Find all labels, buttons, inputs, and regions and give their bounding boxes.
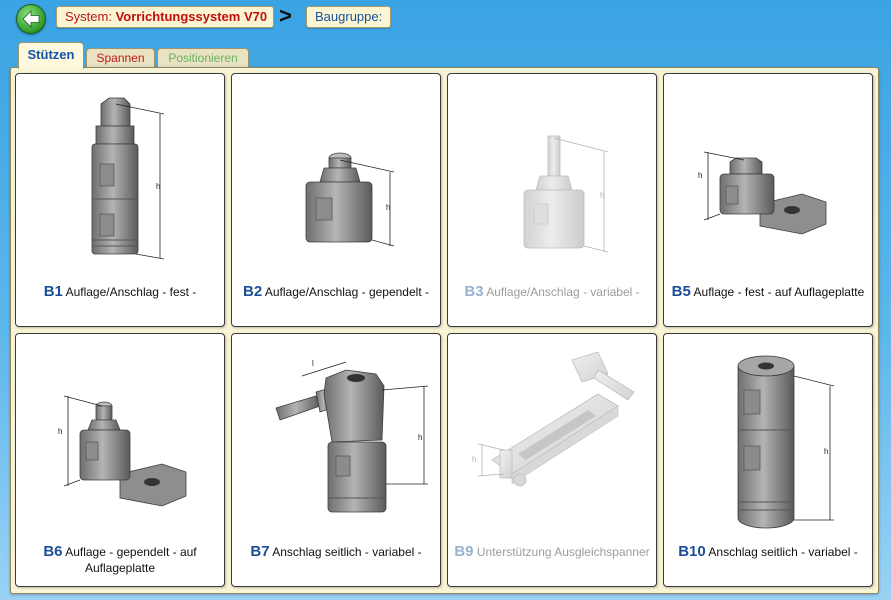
card-text: Unterstützung Ausgleichspanner <box>476 545 650 559</box>
svg-text:h: h <box>58 427 62 436</box>
card-b9[interactable]: h B9 Unterstützung Ausgleichspanner <box>447 333 657 587</box>
system-label: System: <box>65 9 112 24</box>
card-b1[interactable]: h B1 Auflage/Anschlag - fest - <box>15 73 225 327</box>
card-caption: B5 Auflage - fest - auf Auflageplatte <box>668 284 868 300</box>
card-code: B7 <box>250 543 270 560</box>
svg-text:h: h <box>600 191 604 200</box>
svg-text:h: h <box>698 171 702 180</box>
card-caption: B2 Auflage/Anschlag - gependelt - <box>236 284 436 300</box>
support-fixed-icon: h <box>91 97 165 260</box>
support-variable-icon: h <box>523 135 609 253</box>
card-caption: B9 Unterstützung Ausgleichspanner <box>452 544 652 560</box>
card-b10[interactable]: h B10 Anschlag seitlich - variabel - <box>663 333 873 587</box>
parts-panel: h B1 Auflage/Anschlag - fest - h B2 Aufl… <box>10 67 879 594</box>
card-caption: B6 Auflage - gependelt - auf Auflageplat… <box>20 544 220 576</box>
breadcrumb-baugruppe[interactable]: Baugruppe: <box>306 6 392 28</box>
svg-text:h: h <box>156 182 160 191</box>
card-code: B2 <box>243 283 263 300</box>
svg-text:h: h <box>386 203 390 212</box>
card-text: Anschlag seitlich - variabel - <box>272 545 422 559</box>
support-on-plate-icon: h <box>698 151 827 235</box>
card-b5[interactable]: h B5 Auflage - fest - auf Auflageplatte <box>663 73 873 327</box>
card-text: Auflage - gependelt - auf Auflageplatte <box>65 545 197 575</box>
card-caption: B10 Anschlag seitlich - variabel - <box>668 544 868 560</box>
tab-stuetzen[interactable]: Stützen <box>18 42 84 69</box>
system-value: Vorrichtungssystem V70 <box>115 9 268 24</box>
card-code: B6 <box>43 543 63 560</box>
svg-text:h: h <box>472 455 476 464</box>
tab-spannen[interactable]: Spannen <box>86 48 155 67</box>
card-text: Auflage/Anschlag - fest - <box>65 285 197 299</box>
svg-text:h: h <box>418 433 422 442</box>
card-text: Auflage/Anschlag - gependelt - <box>264 285 429 299</box>
card-b6[interactable]: h B6 Auflage - gependelt - auf Auflagepl… <box>15 333 225 587</box>
card-b7[interactable]: l h B7 Anschlag seitlich - variabel - <box>231 333 441 587</box>
card-caption: B3 Auflage/Anschlag - variabel - <box>452 284 652 300</box>
arrow-left-icon <box>22 10 40 28</box>
tab-positionieren[interactable]: Positionieren <box>157 48 249 67</box>
card-code: B3 <box>464 283 484 300</box>
compensating-clamp-icon: h <box>472 351 635 487</box>
support-pendulum-icon: h <box>305 152 395 247</box>
card-caption: B7 Anschlag seitlich - variabel - <box>236 544 436 560</box>
card-text: Auflage - fest - auf Auflageplatte <box>693 285 865 299</box>
card-code: B1 <box>43 283 63 300</box>
svg-text:h: h <box>824 447 828 456</box>
side-stop-variable-icon: l h <box>275 359 429 513</box>
pendulum-on-plate-icon: h <box>58 395 187 507</box>
card-b3[interactable]: h B3 Auflage/Anschlag - variabel - <box>447 73 657 327</box>
card-text: Auflage/Anschlag - variabel - <box>486 285 640 299</box>
card-code: B9 <box>454 543 474 560</box>
breadcrumb-separator: > <box>279 3 292 28</box>
svg-text:l: l <box>312 359 314 368</box>
card-code: B5 <box>671 283 691 300</box>
card-code: B10 <box>678 543 706 560</box>
side-stop-round-icon: h <box>737 355 835 529</box>
card-b2[interactable]: h B2 Auflage/Anschlag - gependelt - <box>231 73 441 327</box>
card-text: Anschlag seitlich - variabel - <box>708 545 858 559</box>
back-button[interactable] <box>16 4 46 34</box>
breadcrumb-system[interactable]: System: Vorrichtungssystem V70 <box>56 6 274 28</box>
card-caption: B1 Auflage/Anschlag - fest - <box>20 284 220 300</box>
